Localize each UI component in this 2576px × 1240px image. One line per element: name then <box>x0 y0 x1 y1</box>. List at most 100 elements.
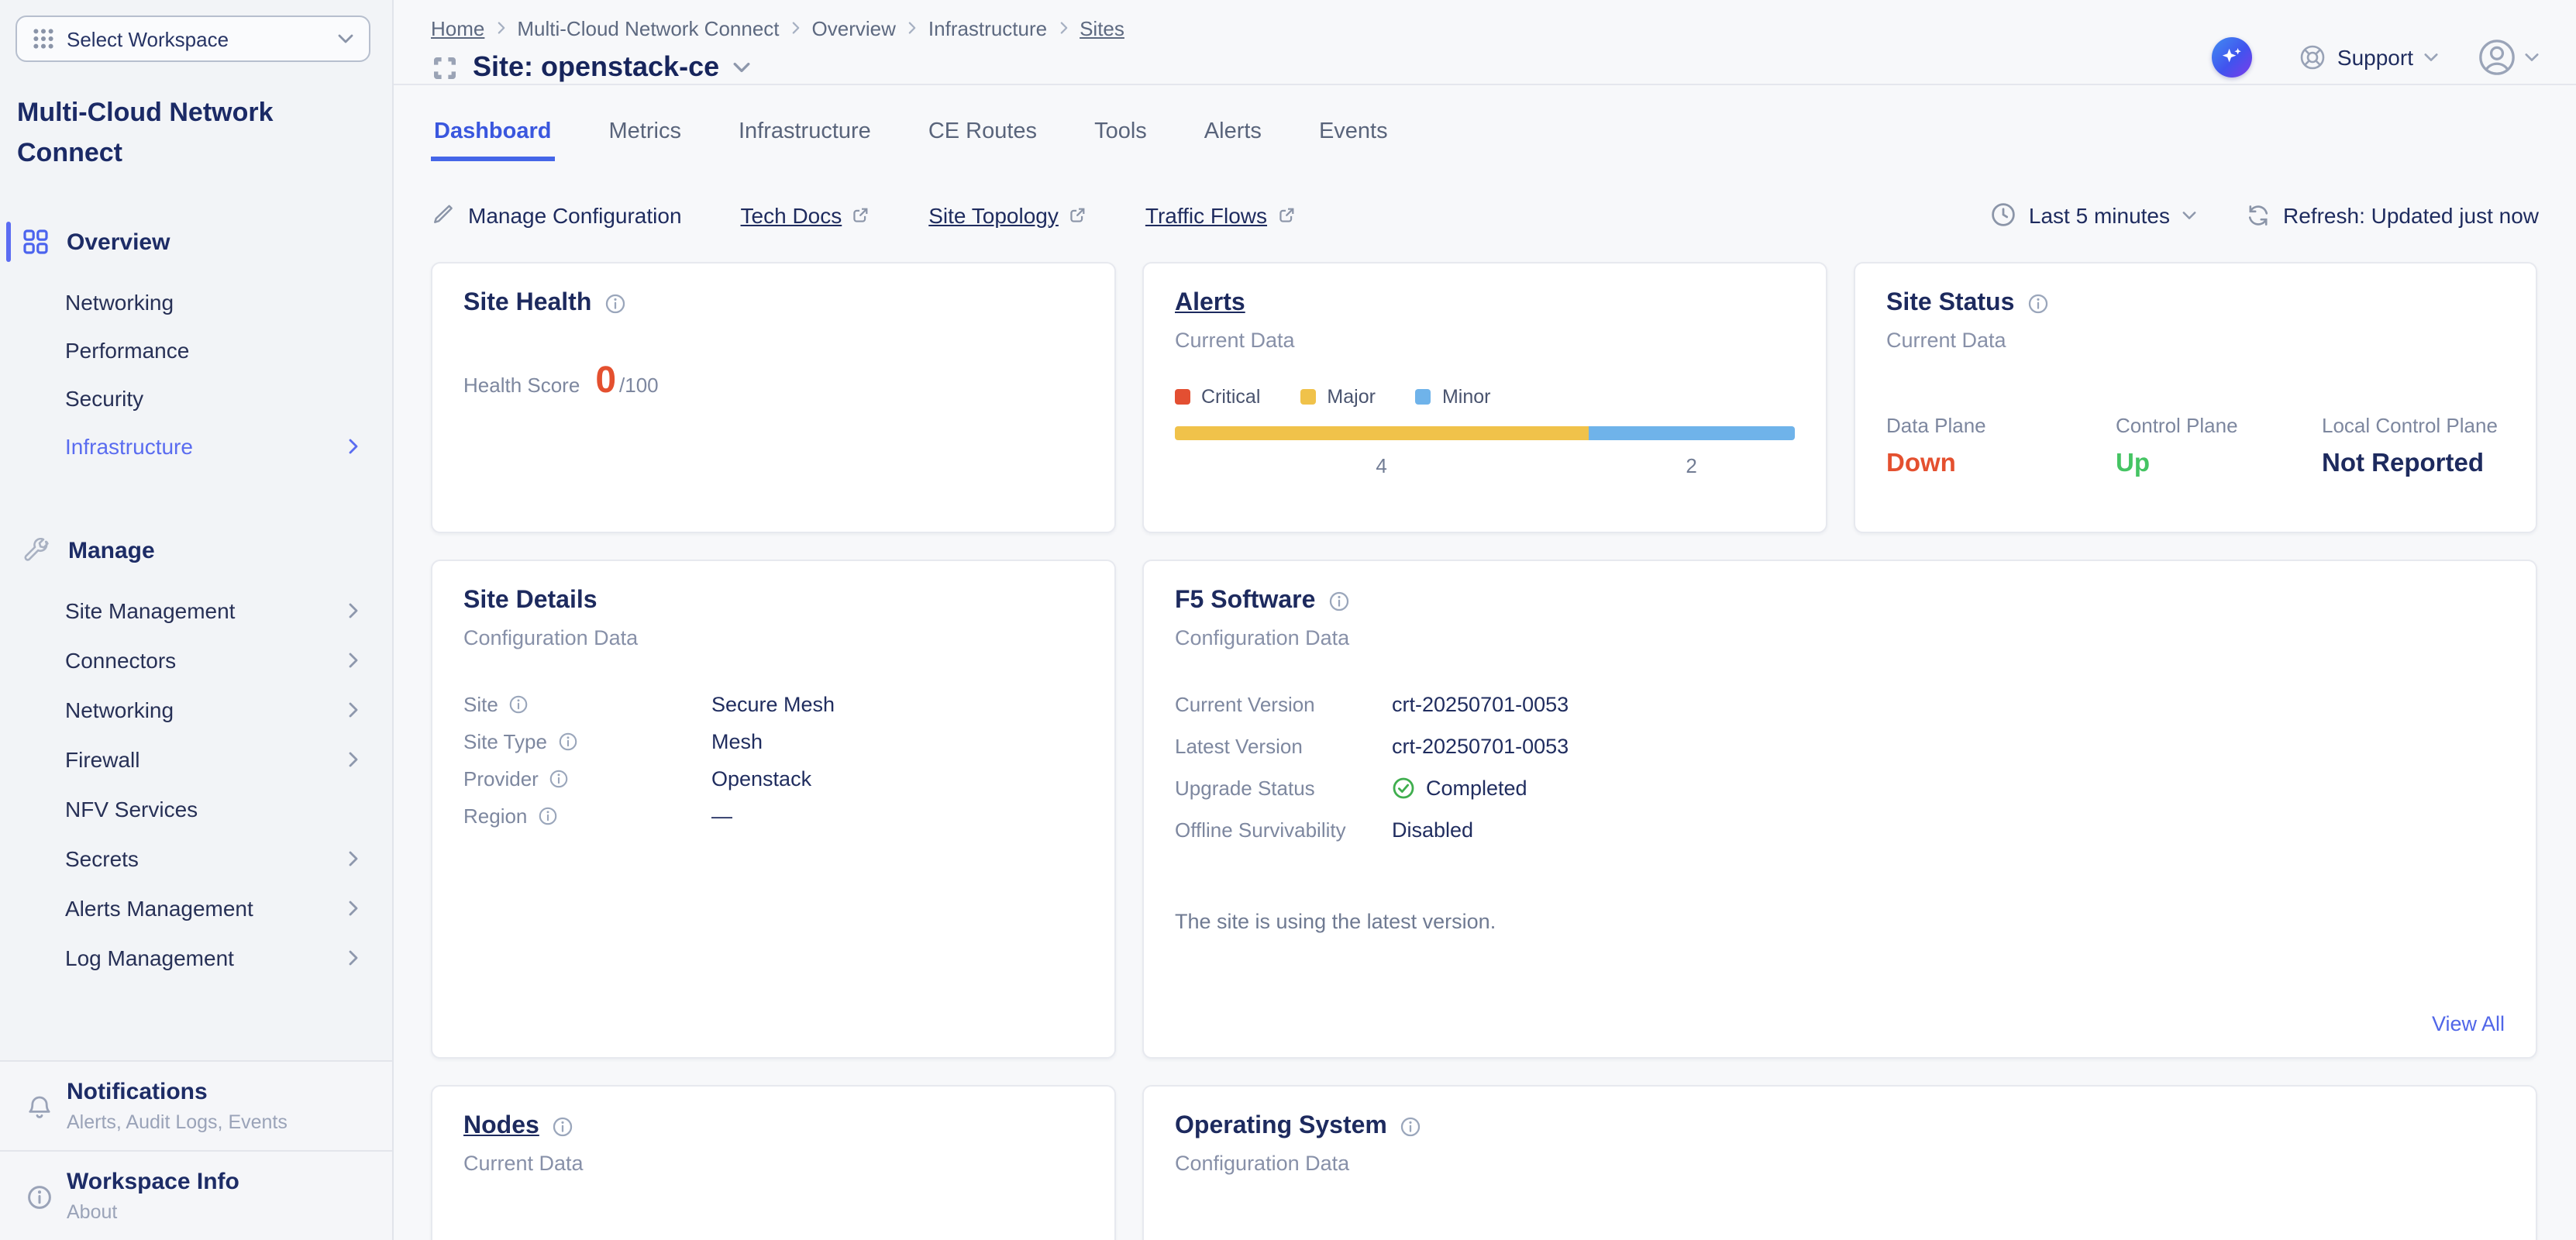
legend-item-critical: Critical <box>1175 386 1260 408</box>
toolbar: Manage Configuration Tech Docs Site Topol… <box>431 202 2539 228</box>
info-icon[interactable] <box>552 1116 573 1138</box>
toolbar-link-site-topology[interactable]: Site Topology <box>928 202 1087 227</box>
nodes-title-link[interactable]: Nodes <box>463 1113 539 1141</box>
manage-items: Site ManagementConnectorsNetworkingFirew… <box>0 586 392 983</box>
info-icon[interactable] <box>1328 591 1349 612</box>
support-menu[interactable]: Support <box>2299 43 2438 71</box>
info-icon[interactable] <box>538 805 558 825</box>
sidebar-item-site-management[interactable]: Site Management <box>0 586 392 636</box>
alerts-stacked-bar <box>1175 426 1795 440</box>
status-data-plane: Data PlaneDown <box>1886 414 2116 479</box>
nodes-subtitle: Current Data <box>463 1152 1083 1175</box>
sidebar-item-infrastructure[interactable]: Infrastructure <box>0 422 392 470</box>
info-icon[interactable] <box>1400 1116 1421 1138</box>
alerts-bar-value-major: 4 <box>1175 454 1588 477</box>
manage-configuration-button[interactable]: Manage Configuration <box>431 202 682 227</box>
breadcrumb-item-multi-cloud-network-connect[interactable]: Multi-Cloud Network Connect <box>517 16 779 40</box>
f5-software-card: F5 Software Configuration Data Current V… <box>1142 560 2537 1059</box>
life-ring-icon <box>2299 43 2326 71</box>
sidebar-item-secrets[interactable]: Secrets <box>0 834 392 884</box>
breadcrumb-item-overview[interactable]: Overview <box>812 16 896 40</box>
clock-icon <box>1990 202 2016 228</box>
alerts-bar-value-minor: 2 <box>1588 454 1795 477</box>
chevron-down-icon <box>338 34 353 43</box>
nav-group-label: Manage <box>68 537 155 563</box>
refresh-button[interactable]: Refresh: Updated just now <box>2246 202 2539 227</box>
site-status-card: Site Status Current Data Data PlaneDownC… <box>1854 262 2537 533</box>
health-score-label: Health Score <box>463 374 580 397</box>
bell-icon <box>25 1079 53 1133</box>
sidebar-item-connectors[interactable]: Connectors <box>0 636 392 685</box>
f5-software-note: The site is using the latest version. <box>1175 910 2505 933</box>
site-details-rows: SiteSecure MeshSite TypeMeshProviderOpen… <box>463 690 1083 829</box>
refresh-label: Refresh: Updated just now <box>2283 202 2539 227</box>
detail-row-current-version: Current Versioncrt-20250701-0053 <box>1175 690 2505 719</box>
sidebar-item-nfv-services[interactable]: NFV Services <box>0 784 392 834</box>
sidebar-item-firewall[interactable]: Firewall <box>0 735 392 784</box>
alerts-subtitle: Current Data <box>1175 329 1795 352</box>
tab-tools[interactable]: Tools <box>1091 101 1150 161</box>
workspace-info-label: Workspace Info <box>67 1169 239 1195</box>
chevron-right-icon <box>792 22 800 34</box>
active-indicator <box>6 222 11 262</box>
tab-dashboard[interactable]: Dashboard <box>431 101 555 161</box>
tab-alerts[interactable]: Alerts <box>1201 101 1265 161</box>
breadcrumb-item-infrastructure[interactable]: Infrastructure <box>928 16 1047 40</box>
sidebar-item-networking[interactable]: Networking <box>0 277 392 326</box>
sidebar-item-notifications[interactable]: Notifications Alerts, Audit Logs, Events <box>0 1060 392 1150</box>
workspace-selector[interactable]: Select Workspace <box>15 16 370 62</box>
breadcrumb-item-home[interactable]: Home <box>431 16 484 40</box>
chevron-down-icon[interactable] <box>733 62 750 73</box>
tab-infrastructure[interactable]: Infrastructure <box>735 101 874 161</box>
time-range-selector[interactable]: Last 5 minutes <box>1990 202 2196 228</box>
view-all-link[interactable]: View All <box>2432 1012 2505 1035</box>
alerts-title-link[interactable]: Alerts <box>1175 290 1245 318</box>
toolbar-links: Tech Docs Site Topology Traffic Flows <box>741 202 1296 227</box>
pencil-icon <box>431 203 454 226</box>
sidebar-item-log-management[interactable]: Log Management <box>0 933 392 983</box>
info-icon[interactable] <box>549 768 570 788</box>
tab-ce-routes[interactable]: CE Routes <box>925 101 1040 161</box>
sidebar-item-manage[interactable]: Manage <box>0 524 392 577</box>
toolbar-link-tech-docs[interactable]: Tech Docs <box>741 202 870 227</box>
info-icon[interactable] <box>2027 293 2048 315</box>
external-link-icon <box>1276 205 1295 224</box>
toolbar-link-traffic-flows[interactable]: Traffic Flows <box>1145 202 1295 227</box>
refresh-icon <box>2246 202 2271 227</box>
sidebar-item-performance[interactable]: Performance <box>0 326 392 374</box>
detail-row-site-type: Site TypeMesh <box>463 727 1083 755</box>
check-circle-icon <box>1392 777 1415 800</box>
site-health-title: Site Health <box>463 290 591 318</box>
chevron-right-icon <box>497 22 505 34</box>
site-details-title: Site Details <box>463 587 598 615</box>
health-score-max: /100 <box>619 374 659 397</box>
site-health-card: Site Health Health Score 0 /100 <box>431 262 1116 533</box>
nav-group-overview: Overview NetworkingPerformanceSecurityIn… <box>0 215 392 470</box>
chevron-right-icon <box>349 438 358 453</box>
sidebar-item-security[interactable]: Security <box>0 374 392 422</box>
sidebar-item-workspace-info[interactable]: Workspace Info About <box>0 1150 392 1240</box>
chevron-right-icon <box>908 22 916 34</box>
site-details-subtitle: Configuration Data <box>463 626 1083 649</box>
f5-software-title: F5 Software <box>1175 587 1315 615</box>
ai-assistant-button[interactable] <box>2212 37 2252 78</box>
workspace-info-sublabel: About <box>67 1201 239 1223</box>
info-icon[interactable] <box>558 731 578 751</box>
notifications-label: Notifications <box>67 1079 288 1105</box>
breadcrumb-item-sites[interactable]: Sites <box>1080 16 1124 40</box>
chevron-right-icon <box>349 950 358 966</box>
sidebar-item-networking[interactable]: Networking <box>0 685 392 735</box>
site-status-subtitle: Current Data <box>1886 329 2505 352</box>
toolbar-left: Manage Configuration Tech Docs Site Topol… <box>431 202 1295 227</box>
info-icon[interactable] <box>604 293 625 315</box>
sidebar-item-overview[interactable]: Overview <box>0 215 392 268</box>
tab-metrics[interactable]: Metrics <box>606 101 684 161</box>
info-icon[interactable] <box>509 694 529 714</box>
sidebar-item-alerts-management[interactable]: Alerts Management <box>0 884 392 933</box>
operating-system-title: Operating System <box>1175 1113 1387 1141</box>
user-menu[interactable] <box>2478 39 2539 76</box>
tab-events[interactable]: Events <box>1316 101 1391 161</box>
detail-row-region: Region— <box>463 801 1083 829</box>
chevron-down-icon <box>2424 53 2438 62</box>
wrench-icon <box>23 537 50 563</box>
